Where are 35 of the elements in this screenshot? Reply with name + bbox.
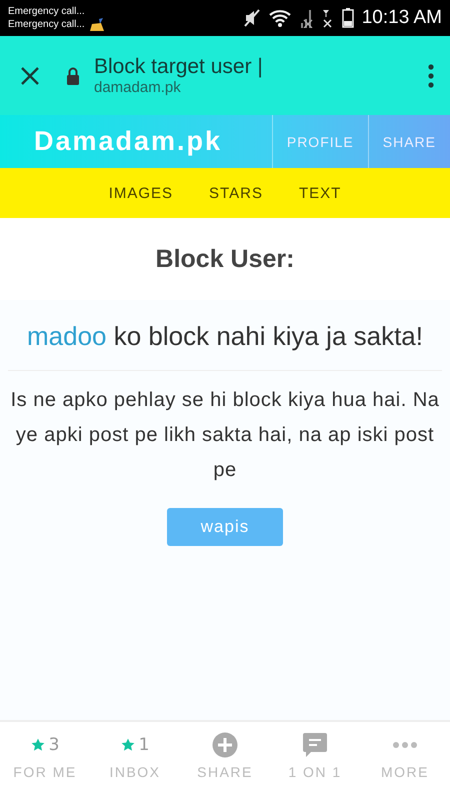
plus-circle-icon [212,732,238,758]
block-message: madoo ko block nahi kiya ja sakta! [8,316,442,371]
menu-icon[interactable] [428,64,434,88]
battery-icon [342,8,354,28]
nav-link[interactable]: IMAGES [108,184,174,202]
lock-icon [66,66,80,84]
count-text: 3 [48,735,60,755]
bottom-nav-tab[interactable]: INBOX [109,764,161,780]
page-title: Block target user | [94,55,264,79]
username-link[interactable]: madoo [27,321,106,351]
back-button[interactable]: wapis [167,508,283,546]
broom-icon [88,18,105,31]
wifi-icon [268,9,292,27]
close-icon[interactable] [20,66,40,86]
block-explanation: Is ne apko pehlay se hi block kiya hua hai. Na ye apki post pe likh sakta hai, na ap iski post pe [10,388,440,483]
muted-speaker-icon [244,9,260,27]
page-url: damadam.pk [94,79,182,96]
bottom-nav-tab[interactable]: FOR ME [13,764,77,780]
star-icon [30,738,45,752]
site-logo[interactable]: Damadam.pk [0,115,272,168]
sim-signal-icon [322,8,334,28]
nav-link[interactable]: TEXT [298,184,342,202]
chat-icon [302,732,328,758]
bottom-nav-tab[interactable]: 1 ON 1 [288,764,342,780]
bottom-nav-tab[interactable]: MORE [381,764,429,780]
nav-link[interactable]: STARS [209,184,263,202]
more-icon [392,741,418,749]
notification-text: Emergency call... [8,18,85,31]
star-icon [120,738,135,752]
bottom-nav-tab[interactable]: SHARE [197,764,253,780]
clock-time: 10:13 AM [362,7,442,29]
signal-icon [300,8,314,28]
count-text: 1 [138,735,150,755]
notification-text: Emergency call... [8,5,85,18]
page-heading: Block User: [156,244,294,274]
